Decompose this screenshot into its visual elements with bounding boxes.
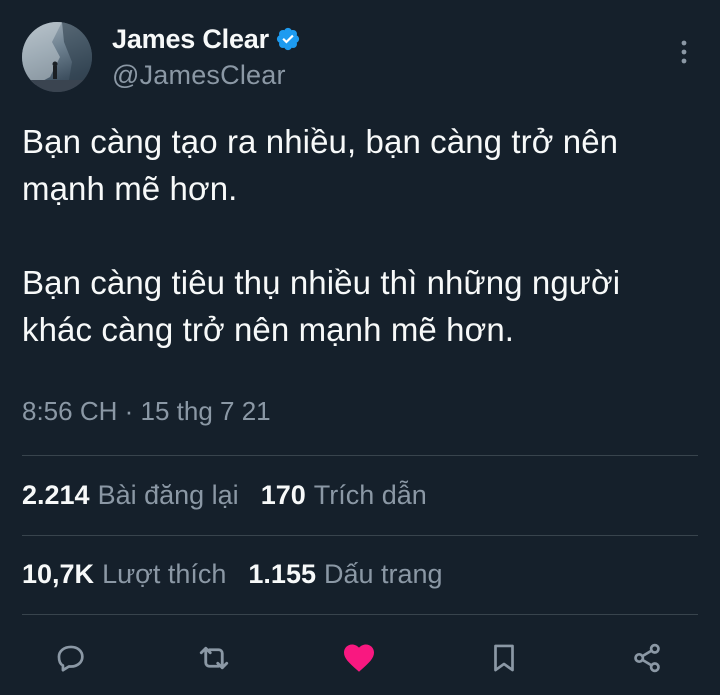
action-bar (0, 634, 720, 682)
display-name[interactable]: James Clear (112, 24, 269, 55)
divider (22, 614, 698, 615)
timestamp-separator: · (117, 396, 141, 426)
avatar[interactable] (22, 22, 92, 92)
divider (22, 455, 698, 456)
quotes-stat[interactable]: 170 Trích dẫn (261, 480, 427, 511)
bookmarks-stat[interactable]: 1.155 Dấu trang (248, 559, 442, 590)
bookmarks-label: Dấu trang (323, 559, 443, 589)
bookmarks-count: 1.155 (248, 559, 316, 589)
likes-label: Lượt thích (102, 559, 227, 589)
quotes-count: 170 (260, 480, 306, 510)
tweet-time[interactable]: 8:56 CH (22, 396, 117, 427)
likes-count: 10,7K (22, 559, 95, 589)
bookmark-icon[interactable] (486, 640, 522, 676)
reposts-label: Bài đăng lại (97, 480, 239, 510)
handle[interactable]: @JamesClear (112, 60, 301, 91)
divider (22, 535, 698, 536)
reposts-stat[interactable]: 2.214 Bài đăng lại (22, 480, 239, 511)
stats-row-1: 2.214 Bài đăng lại 170 Trích dẫn (22, 480, 449, 511)
reposts-count: 2.214 (22, 480, 90, 510)
tweet-header: James Clear @JamesClear (22, 22, 698, 92)
likes-stat[interactable]: 10,7K Lượt thích (22, 559, 226, 590)
tweet-timestamp[interactable]: 8:56 CH · 15 thg 7 21 (22, 396, 271, 427)
reply-icon[interactable] (53, 640, 89, 676)
stats-row-2: 10,7K Lượt thích 1.155 Dấu trang (22, 559, 465, 590)
like-icon[interactable] (341, 640, 377, 676)
quotes-label: Trích dẫn (313, 480, 427, 510)
repost-icon[interactable] (196, 640, 232, 676)
more-options-icon[interactable] (678, 38, 690, 68)
verified-badge-icon[interactable] (275, 26, 301, 52)
share-icon[interactable] (629, 640, 665, 676)
tweet-text: Bạn càng tạo ra nhiều, bạn càng trở nên … (22, 123, 621, 348)
tweet-date[interactable]: 15 thg 7 21 (141, 396, 271, 427)
